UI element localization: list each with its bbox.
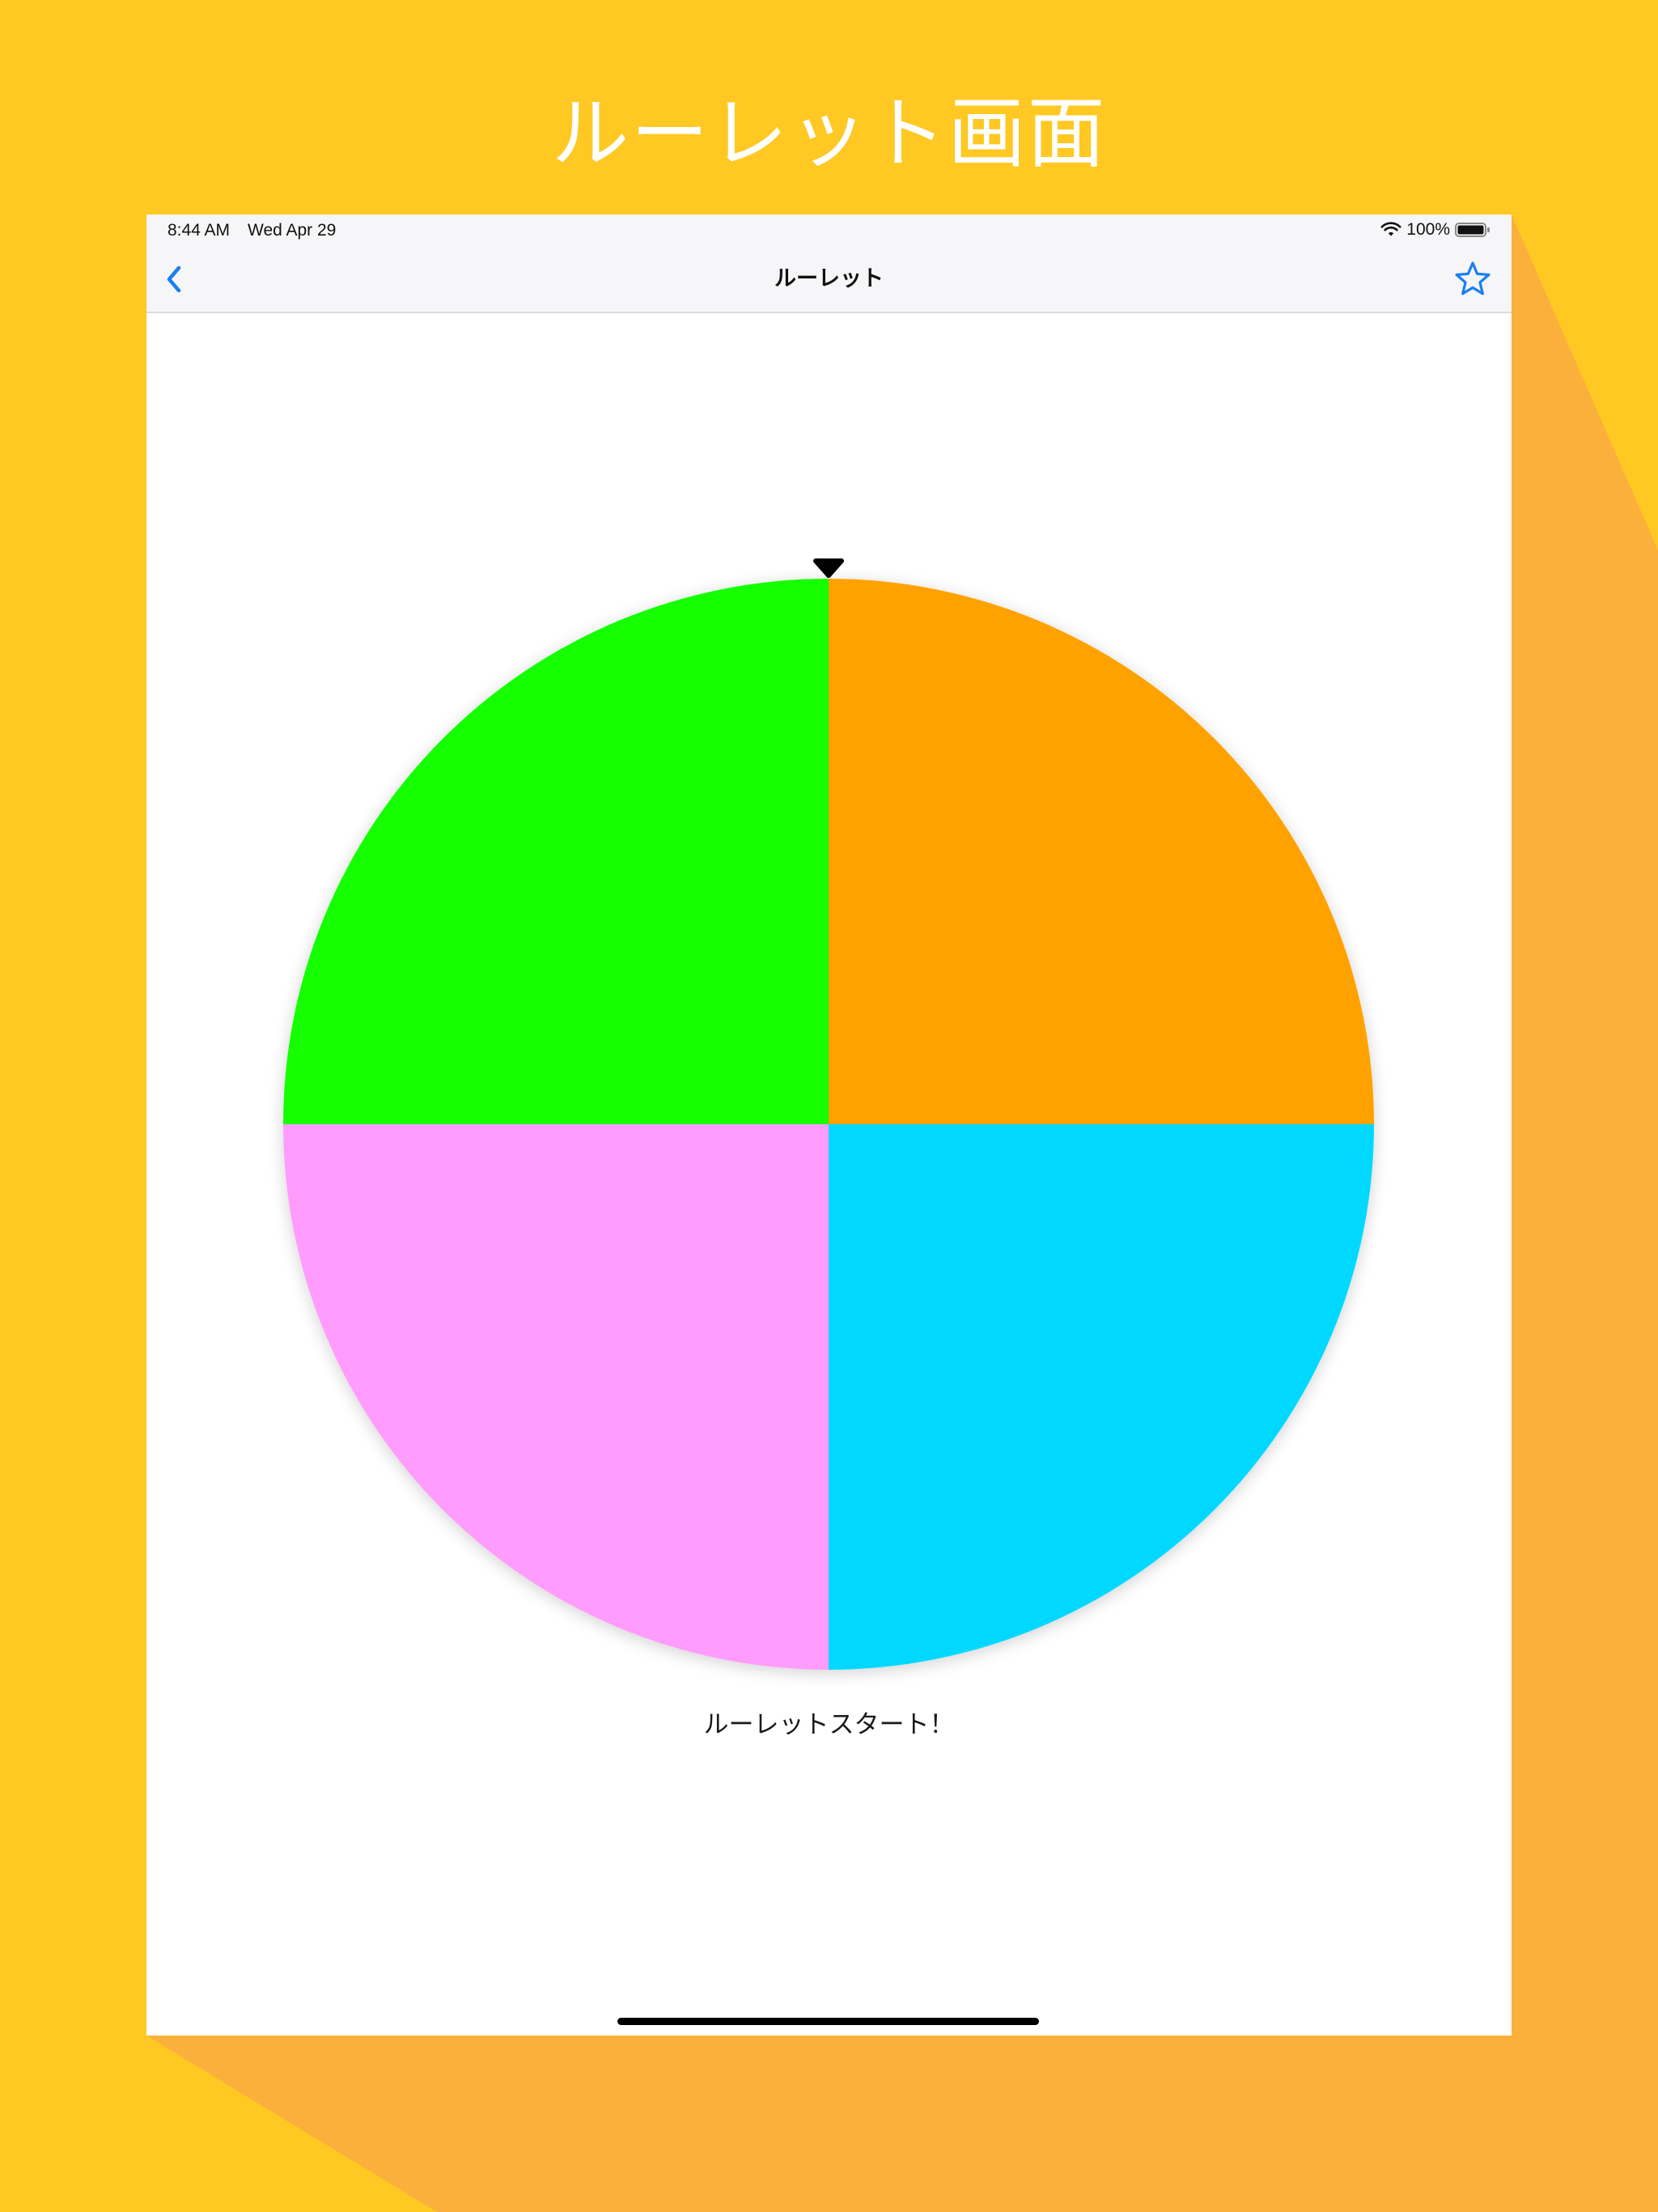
roulette-start-button[interactable]: ルーレットスタート！ — [146, 1704, 1512, 1740]
roulette-wheel[interactable] — [283, 579, 1374, 1670]
page-headline: ルーレット画面 — [551, 88, 1107, 179]
roulette-segment — [829, 579, 1374, 1124]
ipad-screen: 8:44 AM Wed Apr 29 100% ルーレット ルーレットスタート！ — [146, 214, 1512, 2036]
home-indicator — [617, 2018, 1039, 2025]
triangle-pointer-icon — [813, 558, 844, 578]
roulette-area — [283, 558, 1374, 1670]
roulette-segment — [829, 1124, 1374, 1670]
roulette-segment — [283, 579, 829, 1124]
roulette-segment — [283, 1124, 829, 1670]
